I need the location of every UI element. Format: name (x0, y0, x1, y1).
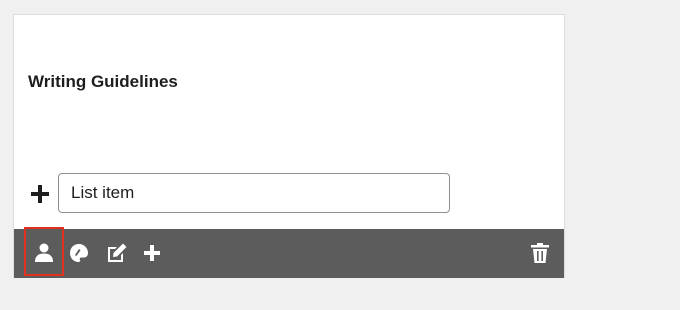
list-item-input[interactable] (58, 173, 450, 213)
person-icon[interactable] (32, 241, 56, 265)
palette-icon[interactable] (67, 241, 91, 265)
plus-icon[interactable] (30, 184, 50, 204)
trash-icon[interactable] (528, 241, 552, 265)
block-title: Writing Guidelines (28, 72, 178, 91)
block-toolbar (14, 227, 564, 278)
writing-guidelines-block: Writing Guidelines (13, 14, 565, 278)
edit-icon[interactable] (105, 241, 129, 265)
plus-icon[interactable] (140, 241, 164, 265)
